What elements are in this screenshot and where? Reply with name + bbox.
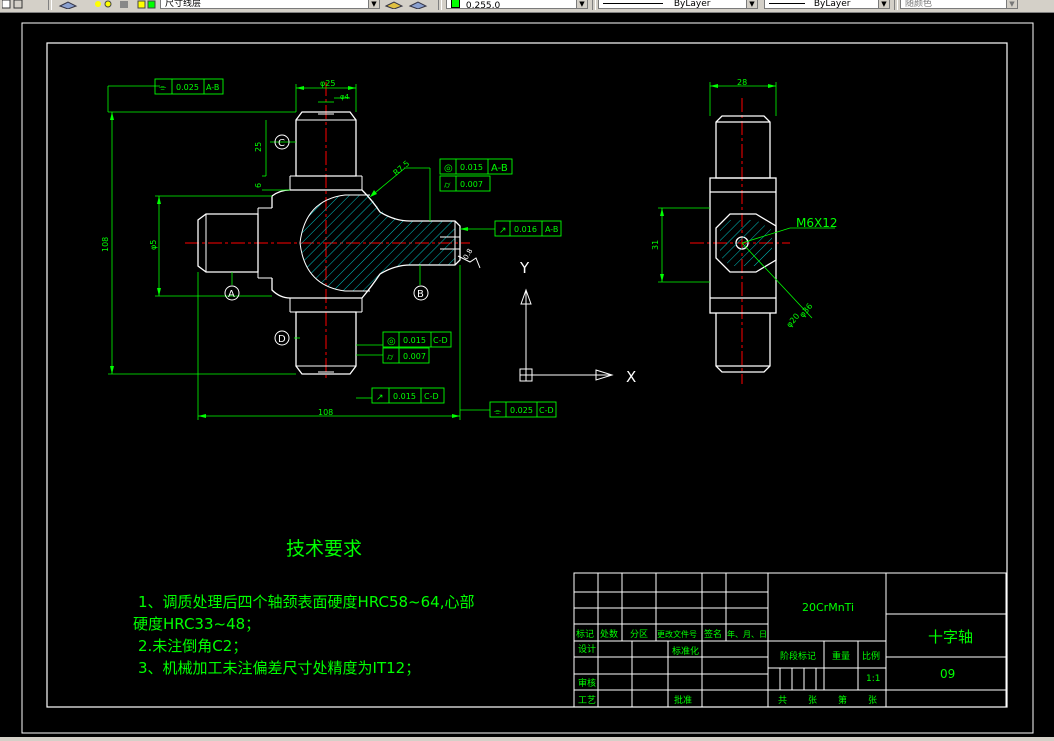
tb-part-name: 十字轴	[928, 628, 973, 646]
ucs-x-label: X	[626, 368, 636, 386]
color-swatch	[451, 0, 460, 8]
tol-cyl-top-value: 0.007	[460, 180, 483, 189]
tol-cyl-bottom-value: 0.007	[403, 352, 426, 361]
tol-runout-bottom-value: 0.015	[393, 392, 416, 401]
dim-top-width: φ25	[320, 79, 335, 88]
coax-icon: ◎	[444, 163, 453, 174]
tb-h-zhang1: 张	[808, 695, 817, 706]
dim-vert-6: 6	[254, 183, 263, 188]
dim-left-dia: φ5	[149, 240, 158, 250]
chevron-down-icon[interactable]: ▼	[878, 0, 889, 8]
plotstyle-dropdown[interactable]: 随颜色 ▼	[900, 0, 1018, 9]
tol-runout-right-value: 0.016	[514, 225, 537, 234]
cad-drawing[interactable]: φ25 φ4 25 6 108 φ5 108 R7.5 0.8 A B C D	[0, 13, 1054, 737]
tb-h-gong: 共	[778, 695, 787, 706]
ucs-icon	[519, 288, 614, 382]
line-sample	[769, 3, 805, 4]
datum-a: A	[228, 289, 235, 300]
dim-total-width: 108	[318, 408, 333, 417]
tol-coax-top-datum: A-B	[491, 163, 508, 174]
tb-h-zhongliang: 重量	[832, 650, 850, 662]
toolbar-icons-left[interactable]	[2, 0, 42, 9]
tb-scale-value: 1:1	[866, 674, 880, 684]
tol-sym-bottom-datum: C-D	[539, 406, 554, 415]
dim-vert-25: 25	[254, 142, 263, 152]
tol-runout-right-datum: A-B	[545, 225, 558, 234]
lineweight-dropdown[interactable]: ByLayer ▼	[764, 0, 890, 9]
tb-h-gaiwen: 更改文件号	[657, 629, 697, 639]
tb-material: 20CrMnTi	[802, 601, 854, 614]
tb-h-di: 第	[838, 694, 847, 706]
datum-b: B	[417, 289, 424, 300]
tb-h-fenqu: 分区	[630, 629, 648, 640]
layer-tools-icons[interactable]	[384, 0, 434, 9]
cyl-icon: ⌭	[387, 353, 394, 363]
tb-h-biaoji: 标记	[576, 628, 594, 640]
plotstyle-value: 随颜色	[905, 0, 933, 9]
tb-h-gongyi: 工艺	[578, 695, 596, 706]
tech-line-2: 硬度HRC33~48；	[133, 615, 260, 633]
tech-line-3: 2.未注倒角C2；	[138, 637, 247, 655]
lineweight-value: ByLayer	[813, 0, 851, 9]
dim-total-height: 108	[101, 237, 110, 252]
tol-coax-bottom-value: 0.015	[403, 336, 426, 345]
tech-title: 技术要求	[286, 538, 362, 560]
tol-coax-bottom-datum: C-D	[433, 336, 448, 345]
tb-h-sheji: 设计	[578, 643, 596, 655]
chevron-down-icon[interactable]: ▼	[1006, 0, 1017, 8]
tech-line-1: 1、调质处理后四个轴颈表面硬度HRC58~64,心部	[138, 593, 474, 611]
layer-name: 尺寸线层	[165, 0, 202, 9]
tol-sym-top-value: 0.025	[176, 83, 199, 92]
tb-h-date: 年、月、日	[727, 629, 767, 639]
ucs-y-label: Y	[519, 259, 530, 277]
tech-line-4: 3、机械加工未注偏差尺寸处精度为IT12；	[138, 659, 420, 677]
tb-h-chushu: 处数	[600, 628, 618, 640]
tb-h-zhang2: 张	[868, 695, 877, 706]
datum-d: D	[278, 334, 286, 345]
chevron-down-icon[interactable]: ▼	[746, 0, 757, 8]
technical-requirements: 技术要求 1、调质处理后四个轴颈表面硬度HRC58~64,心部 硬度HRC33~…	[133, 538, 474, 677]
chevron-down-icon[interactable]: ▼	[368, 0, 379, 8]
sym-icon: ⌯	[494, 407, 502, 417]
layer-dropdown[interactable]: 尺寸线层 ▼	[160, 0, 380, 9]
cyl-icon: ⌭	[444, 181, 451, 191]
tb-h-qianming: 签名	[704, 628, 722, 640]
tb-h-biaozhunhua: 标准化	[672, 645, 699, 657]
sym-icon: ⌯	[159, 83, 167, 93]
linetype-value: ByLayer	[673, 0, 711, 9]
color-value: 0,255,0	[465, 1, 501, 9]
tol-sym-top-datum: A-B	[206, 83, 219, 92]
linetype-dropdown[interactable]: ByLayer ▼	[598, 0, 758, 9]
tol-runout-bottom-datum: C-D	[424, 392, 439, 401]
chevron-down-icon[interactable]: ▼	[576, 0, 587, 8]
tb-h-shenhe: 审核	[578, 677, 596, 689]
side-dim-left: 31	[651, 240, 660, 250]
dim-radius: R7.5	[392, 159, 412, 178]
runout-icon: ↗	[499, 226, 507, 236]
layer-state-icons[interactable]	[58, 0, 158, 9]
side-dim-top: 28	[737, 78, 747, 87]
tol-coax-top-value: 0.015	[460, 163, 483, 172]
coax-icon: ◎	[387, 336, 396, 347]
properties-toolbar: 尺寸线层 ▼ 0,255,0 ▼ ByLayer ▼ ByLayer ▼ 随颜色…	[0, 0, 1054, 13]
side-dim-diag-2: φ36	[798, 302, 815, 320]
color-dropdown[interactable]: 0,255,0 ▼	[446, 0, 588, 9]
datum-c: C	[278, 138, 285, 149]
line-sample	[603, 3, 663, 4]
front-view: φ25 φ4 25 6 108 φ5 108 R7.5 0.8 A B C D	[101, 78, 562, 420]
tb-h-jieduan: 阶段标记	[780, 650, 816, 662]
roughness-value: 0.8	[462, 247, 474, 261]
tb-h-bili: 比例	[862, 650, 880, 662]
status-strip	[0, 737, 1054, 741]
drawing-canvas[interactable]: φ25 φ4 25 6 108 φ5 108 R7.5 0.8 A B C D	[0, 13, 1054, 737]
tb-h-pizhun: 批准	[674, 694, 692, 706]
dim-top-small: φ4	[340, 93, 350, 101]
tb-drawing-no: 09	[940, 667, 955, 681]
side-view: 28 31 M6X12 φ20 φ36	[651, 78, 837, 384]
runout-icon: ↗	[376, 393, 384, 403]
tol-sym-bottom-value: 0.025	[510, 406, 533, 415]
title-block: 标记 处数 分区 更改文件号 签名 年、月、日 设计 标准化 阶段标记 重量 比…	[573, 572, 1007, 708]
thread-label: M6X12	[796, 216, 837, 230]
